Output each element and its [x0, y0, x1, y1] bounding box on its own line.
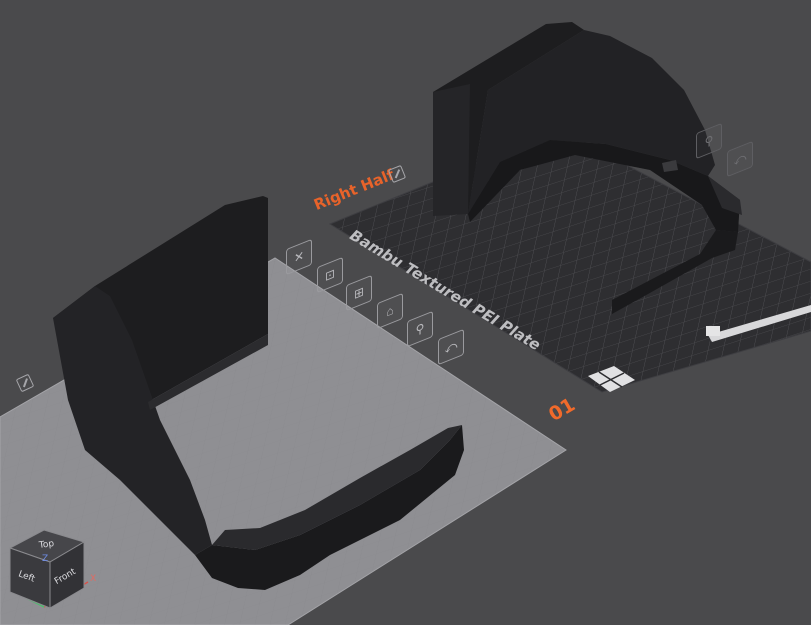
plate-corner-marker — [706, 326, 720, 336]
axis-x-label: X — [90, 574, 97, 584]
navigation-cube[interactable]: Top Left Front Z X — [6, 528, 97, 616]
axis-z-label: Z — [42, 554, 49, 564]
cube-face-top[interactable]: Top — [38, 539, 54, 551]
3d-viewport[interactable] — [0, 0, 811, 625]
